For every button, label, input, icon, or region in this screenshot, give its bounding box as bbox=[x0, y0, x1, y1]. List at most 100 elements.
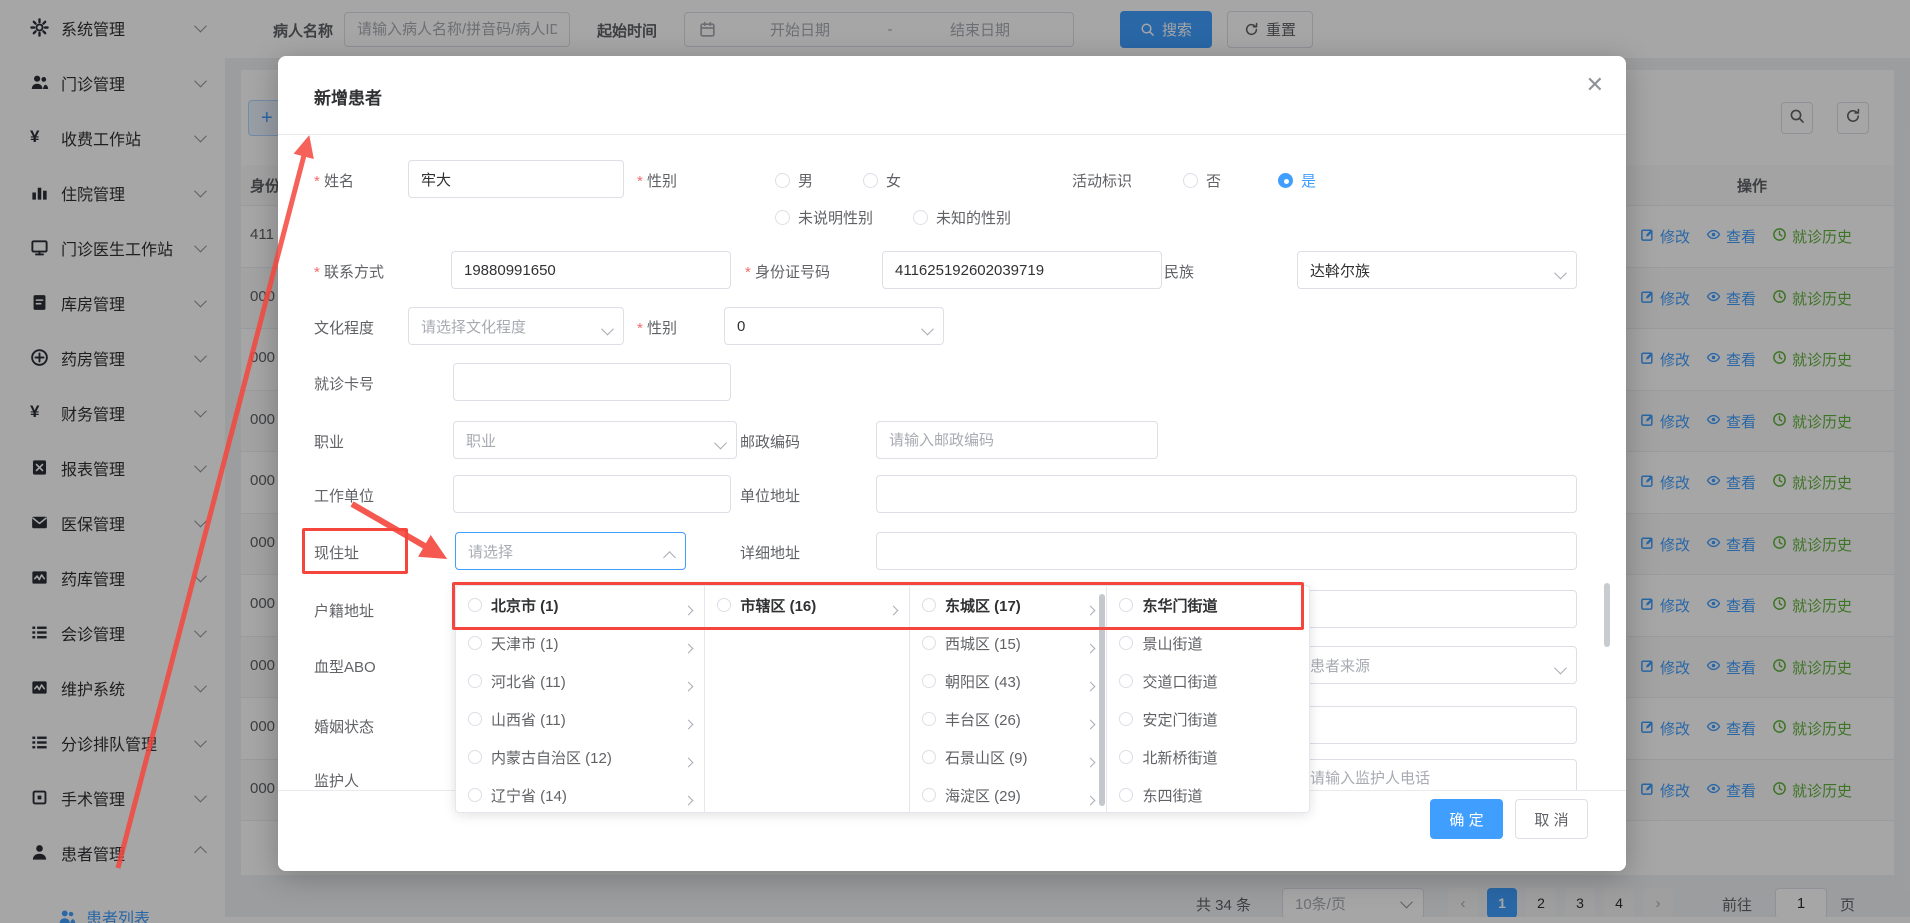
radio-icon[interactable] bbox=[1119, 788, 1133, 802]
radio-icon[interactable] bbox=[922, 636, 936, 650]
chevron-down-icon bbox=[1556, 661, 1565, 678]
radio-icon[interactable] bbox=[1119, 750, 1133, 764]
marital-status-input[interactable] bbox=[1297, 706, 1577, 744]
radio-icon[interactable] bbox=[468, 636, 482, 650]
cascader-column-3: 东城区 (17) 西城区 (15) 朝阳区 (43) 丰台区 (26)石景山区 (9)… bbox=[910, 586, 1108, 812]
cascader-option[interactable]: 市辖区 (16) bbox=[705, 586, 909, 624]
work-unit-input[interactable] bbox=[453, 475, 731, 513]
patient-source-placeholder: 患者来源 bbox=[1310, 655, 1370, 676]
detail-address-label: 详细地址 bbox=[740, 542, 800, 563]
cascader-option-label: 东华门街道 bbox=[1142, 595, 1217, 616]
job-label: 职业 bbox=[314, 431, 344, 452]
cascader-option[interactable]: 辽宁省 (14) bbox=[456, 776, 704, 813]
nation-select[interactable]: 达斡尔族 bbox=[1297, 251, 1577, 289]
cascader-option-label: 河北省 (11) bbox=[491, 671, 566, 692]
radio-icon[interactable] bbox=[468, 750, 482, 764]
cascader-option-label: 海淀区 (29) bbox=[945, 785, 1021, 806]
chevron-right-icon bbox=[1087, 639, 1094, 656]
cascader-option[interactable]: 山西省 (11) bbox=[456, 700, 704, 738]
cascader-option[interactable]: 石景山区 (9) bbox=[910, 738, 1107, 776]
radio-icon[interactable] bbox=[468, 598, 482, 612]
cascader-option[interactable]: 东华门街道 bbox=[1107, 586, 1309, 624]
active-radio-no[interactable]: 否 bbox=[1183, 170, 1221, 191]
work-unit-label: 工作单位 bbox=[314, 485, 374, 506]
radio-icon[interactable] bbox=[468, 674, 482, 688]
cascader-option[interactable]: 北京市 (1) bbox=[456, 586, 704, 624]
patient-source-select[interactable]: 患者来源 bbox=[1297, 646, 1577, 684]
cascader-option[interactable]: 景山街道 bbox=[1107, 624, 1309, 662]
cascader-option-label: 西城区 (15) bbox=[945, 633, 1021, 654]
cascader-option[interactable]: 东城区 (17) bbox=[910, 586, 1107, 624]
confirm-button[interactable]: 确 定 bbox=[1430, 799, 1503, 839]
radio-icon[interactable] bbox=[1119, 636, 1133, 650]
cascader-option-label: 东四街道 bbox=[1142, 785, 1202, 806]
radio-icon[interactable] bbox=[1119, 674, 1133, 688]
gender-radio-unstated[interactable]: 未说明性别 bbox=[775, 207, 873, 228]
cascader-option-label: 辽宁省 (14) bbox=[491, 785, 567, 806]
cascader-option-label: 天津市 (1) bbox=[491, 633, 559, 654]
radio-icon[interactable] bbox=[922, 674, 936, 688]
gender-radio-female[interactable]: 女 bbox=[863, 170, 901, 191]
region-cascader-panel: 北京市 (1) 天津市 (1) 河北省 (11) 山西省 (11)内蒙古自治区 (12… bbox=[455, 585, 1310, 813]
cascader-option[interactable]: 安定门街道 bbox=[1107, 700, 1309, 738]
modal-title: 新增患者 bbox=[314, 84, 382, 109]
cancel-button[interactable]: 取 消 bbox=[1515, 799, 1588, 839]
cascader-scrollbar[interactable] bbox=[1099, 594, 1105, 806]
radio-icon[interactable] bbox=[1119, 712, 1133, 726]
job-select[interactable]: 职业 bbox=[453, 421, 737, 459]
cascader-option-label: 交道口街道 bbox=[1142, 671, 1217, 692]
postal-input[interactable] bbox=[876, 421, 1158, 459]
visit-card-label: 就诊卡号 bbox=[314, 373, 374, 394]
cascader-option[interactable]: 交道口街道 bbox=[1107, 662, 1309, 700]
education-select[interactable]: 请选择文化程度 bbox=[408, 307, 624, 345]
chevron-right-icon bbox=[1087, 677, 1094, 694]
radio-icon[interactable] bbox=[717, 598, 731, 612]
cascader-option[interactable]: 内蒙古自治区 (12) bbox=[456, 738, 704, 776]
gender-radio-male[interactable]: 男 bbox=[775, 170, 813, 191]
cascader-option[interactable]: 东四街道 bbox=[1107, 776, 1309, 813]
chevron-right-icon bbox=[1087, 715, 1094, 732]
gender2-value: 0 bbox=[737, 318, 745, 335]
cascader-option[interactable]: 天津市 (1) bbox=[456, 624, 704, 662]
unit-address-input[interactable] bbox=[876, 475, 1577, 513]
close-icon[interactable]: ✕ bbox=[1586, 74, 1604, 96]
cascader-option[interactable]: 朝阳区 (43) bbox=[910, 662, 1107, 700]
radio-icon[interactable] bbox=[468, 788, 482, 802]
chevron-down-icon bbox=[1556, 266, 1565, 283]
chevron-right-icon bbox=[890, 601, 897, 618]
chevron-right-icon bbox=[1087, 791, 1094, 808]
chevron-right-icon bbox=[685, 753, 692, 770]
detail-address-input[interactable] bbox=[876, 532, 1577, 570]
cascader-option-label: 市辖区 (16) bbox=[740, 595, 816, 616]
cascader-option[interactable]: 北新桥街道 bbox=[1107, 738, 1309, 776]
current-address-label: 现住址 bbox=[314, 542, 359, 563]
active-radio-yes[interactable]: 是 bbox=[1278, 170, 1316, 191]
cascader-column-2: 市辖区 (16) bbox=[705, 586, 910, 812]
radio-icon[interactable] bbox=[468, 712, 482, 726]
chevron-down-icon bbox=[716, 436, 725, 453]
modal-scrollbar[interactable] bbox=[1604, 583, 1610, 647]
contact-input[interactable] bbox=[451, 251, 731, 289]
radio-icon[interactable] bbox=[922, 750, 936, 764]
chevron-right-icon bbox=[685, 601, 692, 618]
gender-radio-unknown[interactable]: 未知的性别 bbox=[913, 207, 1011, 228]
cascader-option[interactable]: 丰台区 (26) bbox=[910, 700, 1107, 738]
modal-title-divider bbox=[278, 134, 1626, 135]
radio-icon[interactable] bbox=[922, 788, 936, 802]
cascader-option[interactable]: 西城区 (15) bbox=[910, 624, 1107, 662]
current-address-placeholder: 请选择 bbox=[468, 541, 513, 562]
radio-icon[interactable] bbox=[922, 712, 936, 726]
cascader-option[interactable]: 海淀区 (29) bbox=[910, 776, 1107, 813]
visit-card-input[interactable] bbox=[453, 363, 731, 401]
current-address-cascader-select[interactable]: 请选择 bbox=[455, 532, 686, 570]
chevron-right-icon bbox=[685, 677, 692, 694]
cascader-option-label: 朝阳区 (43) bbox=[945, 671, 1021, 692]
idcard-input[interactable] bbox=[882, 251, 1162, 289]
chevron-right-icon bbox=[685, 639, 692, 656]
name-input[interactable] bbox=[408, 160, 624, 198]
cascader-option-label: 北新桥街道 bbox=[1142, 747, 1217, 768]
gender2-select[interactable]: 0 bbox=[724, 307, 944, 345]
cascader-option[interactable]: 河北省 (11) bbox=[456, 662, 704, 700]
radio-icon[interactable] bbox=[1119, 598, 1133, 612]
radio-icon[interactable] bbox=[922, 598, 936, 612]
